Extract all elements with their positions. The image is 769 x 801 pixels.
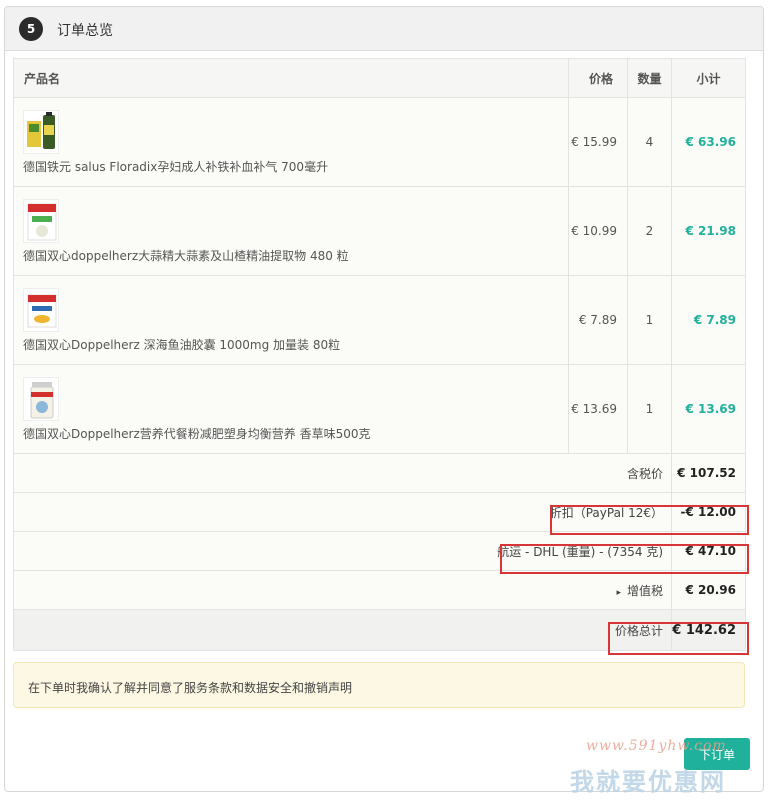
- column-header-price: 价格: [568, 58, 628, 98]
- shipping-highlight-box: [500, 544, 749, 574]
- line-subtotal: € 13.69: [671, 364, 746, 454]
- table-row: 德国双心doppelherz大蒜精大蒜素及山楂精油提取物 480 粒 € 10.…: [13, 186, 746, 276]
- panel-title: 订单总览: [57, 23, 113, 39]
- column-header-subtotal: 小计: [671, 58, 746, 98]
- column-header-product-name: 产品名: [13, 58, 569, 98]
- item-cell: 德国双心Doppelherz营养代餐粉减肥塑身均衡营养 香草味500克: [13, 364, 569, 454]
- table-row: 德国双心Doppelherz 深海鱼油胶囊 1000mg 加量装 80粒 € 7…: [13, 275, 746, 365]
- grand-total-label: 价格总计: [13, 609, 672, 651]
- item-cell: 德国双心Doppelherz 深海鱼油胶囊 1000mg 加量装 80粒: [13, 275, 569, 365]
- product-name[interactable]: 德国双心Doppelherz营养代餐粉减肥塑身均衡营养 香草味500克: [23, 425, 568, 442]
- vat-label-cell[interactable]: ▸ 增值税: [13, 570, 672, 610]
- vat-label[interactable]: 增值税: [627, 584, 663, 598]
- expand-triangle-icon[interactable]: ▸: [616, 588, 621, 598]
- table-row: 德国双心Doppelherz营养代餐粉减肥塑身均衡营养 香草味500克 € 13…: [13, 364, 746, 454]
- doppelherz-garlic-product-image[interactable]: [23, 198, 59, 243]
- doppelherz-meal-powder-product-image[interactable]: [23, 376, 59, 421]
- unit-price: € 7.89: [568, 275, 628, 365]
- quantity: 4: [627, 97, 672, 187]
- table-header-row: 产品名 价格 数量 小计: [13, 58, 746, 98]
- item-cell: 德国铁元 salus Floradix孕妇成人补铁补血补气 700毫升: [13, 97, 569, 187]
- incl-tax-value: € 107.52: [671, 453, 746, 493]
- product-name[interactable]: 德国双心doppelherz大蒜精大蒜素及山楂精油提取物 480 粒: [23, 247, 568, 264]
- terms-notice: 在下单时我确认了解并同意了服务条款和数据安全和撤销声明: [13, 662, 745, 708]
- unit-price: € 13.69: [568, 364, 628, 454]
- panel-header: 5 订单总览: [5, 7, 763, 51]
- quantity: 2: [627, 186, 672, 276]
- unit-price: € 15.99: [568, 97, 628, 187]
- column-header-quantity: 数量: [627, 58, 672, 98]
- total-row-vat: ▸ 增值税 € 20.96: [13, 570, 746, 610]
- discount-highlight-box: [550, 505, 749, 535]
- line-subtotal: € 21.98: [671, 186, 746, 276]
- vat-value: € 20.96: [671, 570, 746, 610]
- step-number-badge: 5: [19, 17, 43, 41]
- place-order-button[interactable]: 下订单: [684, 738, 750, 770]
- floradix-product-image[interactable]: [23, 109, 59, 154]
- line-subtotal: € 63.96: [671, 97, 746, 187]
- quantity: 1: [627, 364, 672, 454]
- total-row-incl-tax: 含税价 € 107.52: [13, 453, 746, 493]
- table-row: 德国铁元 salus Floradix孕妇成人补铁补血补气 700毫升 € 15…: [13, 97, 746, 187]
- item-cell: 德国双心doppelherz大蒜精大蒜素及山楂精油提取物 480 粒: [13, 186, 569, 276]
- incl-tax-label: 含税价: [13, 453, 672, 493]
- doppelherz-omega3-product-image[interactable]: [23, 287, 59, 332]
- product-name[interactable]: 德国铁元 salus Floradix孕妇成人补铁补血补气 700毫升: [23, 158, 568, 175]
- product-name[interactable]: 德国双心Doppelherz 深海鱼油胶囊 1000mg 加量装 80粒: [23, 336, 568, 353]
- grand-total-highlight-box: [608, 622, 749, 655]
- quantity: 1: [627, 275, 672, 365]
- unit-price: € 10.99: [568, 186, 628, 276]
- line-subtotal: € 7.89: [671, 275, 746, 365]
